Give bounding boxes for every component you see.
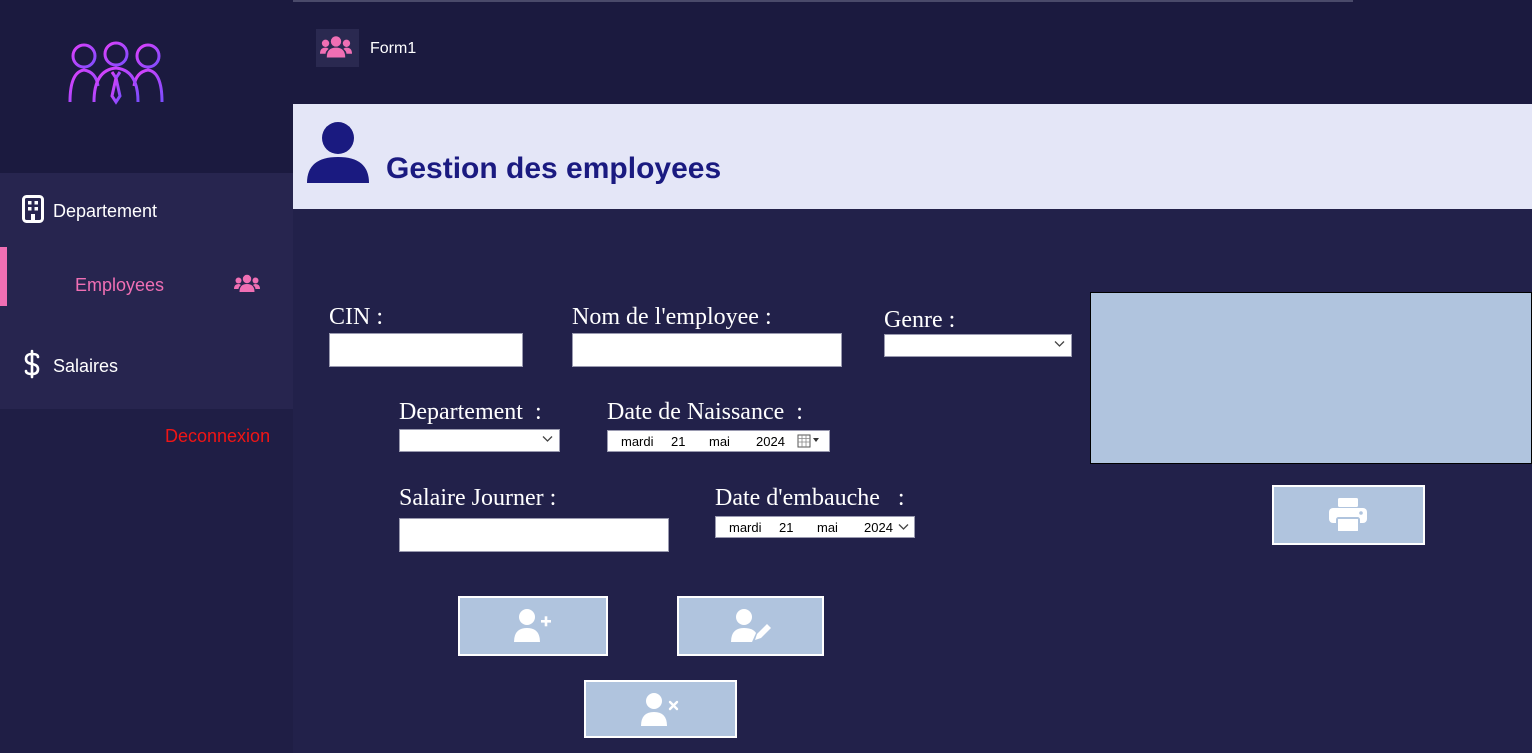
user-edit-icon xyxy=(731,609,771,642)
sidebar-item-label: Departement xyxy=(53,201,158,221)
user-icon xyxy=(307,122,369,183)
page-title: Gestion des employees xyxy=(386,152,722,185)
window-title: Form1 xyxy=(370,40,417,57)
name-label: Nom de l'employee : xyxy=(572,304,772,330)
calendar-icon[interactable] xyxy=(797,434,827,448)
users-icon xyxy=(234,274,260,292)
users-icon xyxy=(320,36,352,58)
sidebar-item-departement[interactable]: Departement xyxy=(0,180,293,240)
cin-input[interactable] xyxy=(329,333,523,367)
date-weekday: mardi xyxy=(729,520,762,535)
sidebar-footer-area xyxy=(0,409,293,753)
departement-select[interactable] xyxy=(399,429,560,452)
sidebar-item-label: Salaires xyxy=(53,356,119,376)
user-remove-icon xyxy=(641,693,679,726)
dollar-icon xyxy=(24,349,40,379)
birth-date-label: Date de Naissance : xyxy=(607,399,803,425)
hire-date-picker[interactable]: mardi 21 mai 2024 xyxy=(715,516,915,538)
chevron-down-icon xyxy=(898,524,909,530)
salary-label: Salaire Journer : xyxy=(399,485,557,511)
add-employee-button[interactable] xyxy=(458,596,608,656)
date-year: 2024 xyxy=(756,434,785,449)
date-day: 21 xyxy=(671,434,686,449)
date-weekday: mardi xyxy=(621,434,654,449)
sidebar-item-salaires[interactable]: Salaires xyxy=(0,335,293,395)
date-day: 21 xyxy=(779,520,794,535)
logout-link[interactable]: Deconnexion xyxy=(165,426,270,447)
user-plus-icon xyxy=(514,609,551,642)
hire-date-label: Date d'embauche : xyxy=(715,485,905,511)
print-button[interactable] xyxy=(1272,485,1425,545)
sidebar-item-label: Employees xyxy=(75,275,165,295)
cin-label: CIN : xyxy=(329,304,383,330)
birth-date-picker[interactable]: mardi 21 mai 2024 xyxy=(607,430,830,452)
departement-label: Departement : xyxy=(399,399,542,425)
printer-icon xyxy=(1329,498,1367,532)
title-bar xyxy=(293,0,1532,104)
date-month: mai xyxy=(817,520,838,535)
building-icon xyxy=(22,195,44,223)
delete-employee-button[interactable] xyxy=(584,680,737,738)
date-year: 2024 xyxy=(864,520,893,535)
salary-input[interactable] xyxy=(399,518,669,552)
team-logo-icon xyxy=(68,41,164,105)
employee-photo[interactable] xyxy=(1090,292,1532,464)
employee-name-input[interactable] xyxy=(572,333,842,367)
chevron-down-icon xyxy=(542,436,553,442)
sidebar-item-employees[interactable]: Employees xyxy=(0,254,293,314)
genre-label: Genre : xyxy=(884,307,956,333)
edit-employee-button[interactable] xyxy=(677,596,824,656)
date-month: mai xyxy=(709,434,730,449)
title-bar-strip xyxy=(293,0,1353,2)
chevron-down-icon xyxy=(1054,341,1065,347)
genre-select[interactable] xyxy=(884,334,1072,357)
app-icon xyxy=(316,29,359,67)
